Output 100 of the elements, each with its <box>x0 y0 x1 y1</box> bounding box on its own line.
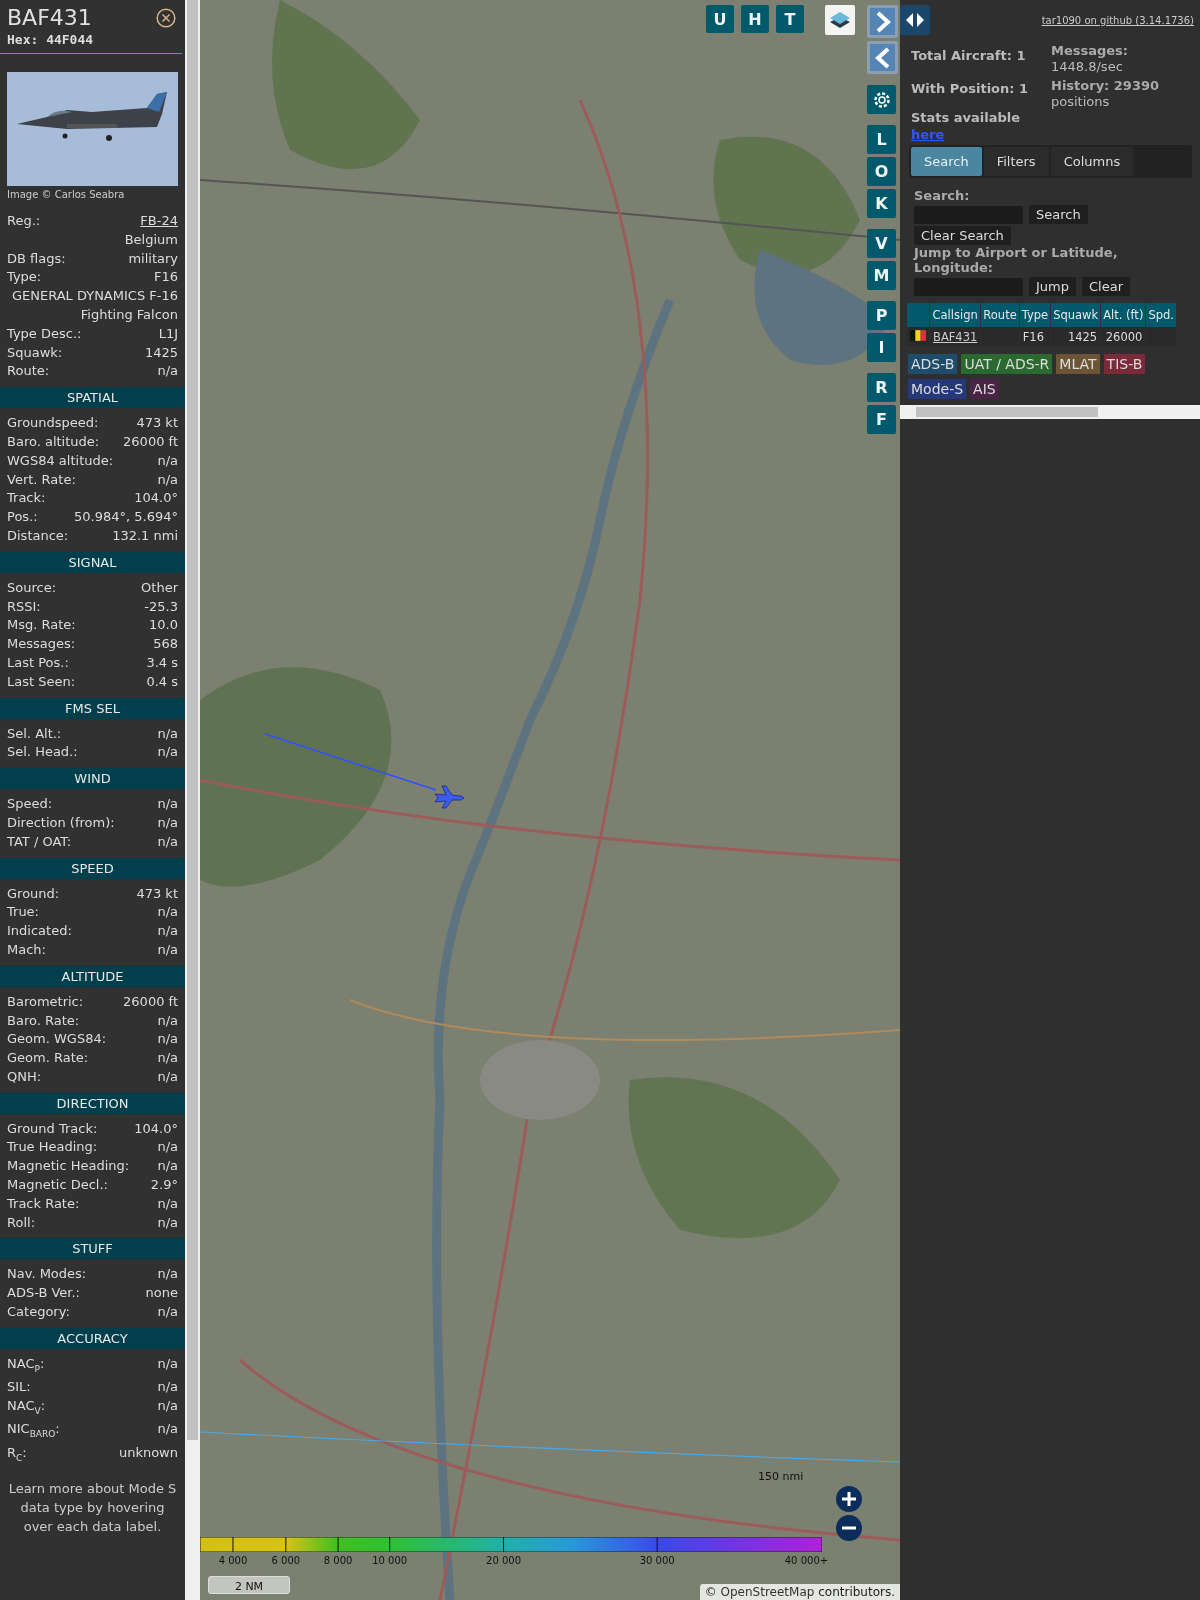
clear-search-button[interactable]: Clear Search <box>914 226 1011 245</box>
map-toggle-button[interactable]: I <box>867 333 896 362</box>
field-value: n/a <box>157 1049 178 1068</box>
field-label: SIL: <box>7 1378 31 1397</box>
field-label: Type: <box>7 268 42 287</box>
field-value: n/a <box>157 813 178 832</box>
altitude-label: 4 000 <box>218 1555 248 1566</box>
altitude-label: 30 000 <box>639 1555 675 1566</box>
source-tag: UAT / ADS-R <box>961 354 1053 374</box>
field-label: Baro. altitude: <box>7 432 100 451</box>
field-label: NIC$_{BARO}$: <box>7 1420 60 1442</box>
field-label: Magnetic Heading: <box>7 1157 130 1176</box>
map-toggle-button[interactable]: U <box>706 5 734 33</box>
chevron-left-icon <box>874 46 891 69</box>
help-text: Learn more about Mode S data type by hovering over each data label. <box>7 1480 178 1537</box>
field-value: 26000 ft <box>123 432 178 451</box>
field-value: unknown <box>118 1443 178 1462</box>
field-label: Pos.: <box>7 508 38 527</box>
field-label: ADS-B Ver.: <box>7 1284 80 1303</box>
field-value: n/a <box>157 1067 178 1086</box>
next-button[interactable] <box>867 5 898 38</box>
map-toggle-button[interactable]: H <box>741 5 769 33</box>
table-cell: 26000 <box>1101 327 1146 346</box>
field-value: n/a <box>157 1354 178 1373</box>
layers-icon <box>828 9 852 31</box>
map-toggle-button[interactable]: V <box>867 229 896 258</box>
field-value: Other <box>141 578 178 597</box>
settings-button[interactable] <box>867 85 896 114</box>
map-toggle-button[interactable]: M <box>867 261 896 290</box>
field-value: 26000 ft <box>123 992 178 1011</box>
map-toggle-button[interactable]: K <box>867 189 896 218</box>
table-cell: 1425 <box>1051 327 1101 346</box>
field-label: Mach: <box>7 940 46 959</box>
field-label: R$_{C}$: <box>7 1443 27 1465</box>
column-header[interactable]: Squawk <box>1051 303 1101 327</box>
close-icon[interactable] <box>156 8 176 28</box>
field-label: Ground: <box>7 884 60 903</box>
map-toggle-button[interactable]: P <box>867 301 896 330</box>
column-header[interactable]: Alt. (ft) <box>1101 303 1146 327</box>
map-toggle-button[interactable]: R <box>867 373 896 402</box>
source-tag: TIS-B <box>1103 354 1146 374</box>
column-header[interactable]: Spd. <box>1146 303 1176 327</box>
range-label: 150 nmi <box>758 1470 804 1483</box>
section-header: FMS SEL <box>0 697 185 719</box>
field-label: NAC$_{P}$: <box>7 1354 45 1376</box>
field-value: n/a <box>157 940 178 959</box>
chevron-right-icon <box>874 10 891 33</box>
field-label: Category: <box>7 1303 70 1322</box>
jet-icon[interactable] <box>434 785 464 809</box>
attribution-link[interactable]: OpenStreetMap <box>720 1585 815 1599</box>
panel-toggle-button[interactable] <box>900 5 930 35</box>
github-link[interactable]: tar1090 on github (3.14.1736) <box>1041 15 1194 26</box>
layers-button[interactable] <box>825 5 855 35</box>
field-label: NAC$_{V}$: <box>7 1397 46 1418</box>
field-label: Sel. Head.: <box>7 743 78 762</box>
horizontal-scrollbar[interactable] <box>900 405 1200 419</box>
field-label: Barometric: <box>7 992 84 1011</box>
field-label: Source: <box>7 578 57 597</box>
field-value: n/a <box>157 922 178 941</box>
source-tag: MLAT <box>1056 354 1100 374</box>
altitude-label: 20 000 <box>486 1555 522 1566</box>
scale-bar: 2 NM <box>208 1576 290 1594</box>
map-toggle-button[interactable]: L <box>867 125 896 154</box>
field-value: n/a <box>157 1213 178 1232</box>
field-label: Msg. Rate: <box>7 616 76 635</box>
field-value: 104.0° <box>134 489 178 508</box>
field-value: n/a <box>157 1194 178 1213</box>
field-label: Vert. Rate: <box>7 470 76 489</box>
field-label: Last Seen: <box>7 672 76 691</box>
hex-code: Hex: 44F044 <box>7 32 94 47</box>
column-header[interactable]: Type <box>1019 303 1051 327</box>
column-header[interactable]: Route <box>981 303 1019 327</box>
field-label: Nav. Modes: <box>7 1265 87 1284</box>
map-toggle-button[interactable]: O <box>867 157 896 186</box>
clear-button[interactable]: Clear <box>1082 277 1130 296</box>
scrollbar[interactable] <box>185 0 200 1600</box>
section-header: STUFF <box>0 1238 185 1260</box>
previous-button[interactable] <box>867 41 898 74</box>
stat-text: With Position: 1 <box>911 80 1030 97</box>
field-label: TAT / OAT: <box>7 832 72 851</box>
field-label: Track: <box>7 489 46 508</box>
table-cell: F16 <box>1019 327 1051 346</box>
search-button[interactable]: Search <box>1029 205 1088 224</box>
map-toggle-button[interactable]: T <box>776 5 804 33</box>
field-label: Geom. Rate: <box>7 1049 89 1068</box>
field-value: 0.4 s <box>146 672 178 691</box>
tab[interactable]: Filters <box>983 147 1049 176</box>
field-value: n/a <box>157 795 178 814</box>
tab[interactable]: Search <box>911 147 982 176</box>
field-label: Indicated: <box>7 922 72 941</box>
field-value: n/a <box>157 451 178 470</box>
field-value: 2.9° <box>150 1176 178 1195</box>
field-label: Reg.: <box>7 212 41 230</box>
registration-link[interactable]: FB-24 <box>140 212 178 231</box>
tab[interactable]: Columns <box>1050 147 1134 176</box>
field-label: Messages: <box>7 635 76 654</box>
field-label: Route: <box>7 362 50 381</box>
column-header[interactable]: Callsign <box>930 303 981 327</box>
jump-button[interactable]: Jump <box>1029 277 1076 296</box>
map-toggle-button[interactable]: F <box>867 405 896 434</box>
